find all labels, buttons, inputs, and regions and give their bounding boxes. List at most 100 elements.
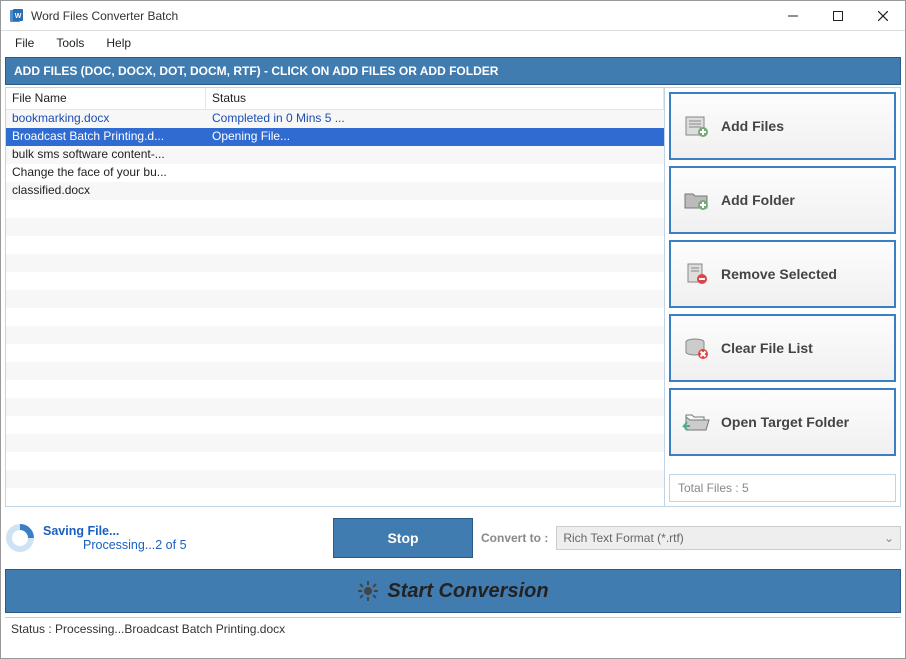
cell-status — [206, 254, 664, 272]
cell-status — [206, 272, 664, 290]
table-row — [6, 200, 664, 218]
cell-filename — [6, 272, 206, 290]
cell-status — [206, 380, 664, 398]
table-row — [6, 254, 664, 272]
window-controls — [770, 1, 905, 30]
table-row — [6, 326, 664, 344]
table-row[interactable]: bookmarking.docxCompleted in 0 Mins 5 ..… — [6, 110, 664, 128]
cell-status — [206, 182, 664, 200]
stop-label: Stop — [387, 530, 418, 546]
clear-file-list-button[interactable]: Clear File List — [669, 314, 896, 382]
cell-filename — [6, 380, 206, 398]
cell-filename: bulk sms software content-... — [6, 146, 206, 164]
cell-filename — [6, 416, 206, 434]
cell-status — [206, 164, 664, 182]
saving-label: Saving File... — [43, 524, 187, 538]
open-target-folder-button[interactable]: Open Target Folder — [669, 388, 896, 456]
cell-filename — [6, 308, 206, 326]
stop-button[interactable]: Stop — [333, 518, 473, 558]
cell-status: Completed in 0 Mins 5 ... — [206, 110, 664, 128]
convert-block: Convert to : Rich Text Format (*.rtf) — [481, 526, 901, 550]
cell-status: Opening File... — [206, 128, 664, 146]
cell-filename — [6, 434, 206, 452]
cell-status — [206, 218, 664, 236]
cell-filename — [6, 326, 206, 344]
cell-status — [206, 146, 664, 164]
menu-file[interactable]: File — [5, 33, 44, 53]
clear-list-label: Clear File List — [721, 340, 813, 356]
svg-text:W: W — [15, 13, 22, 20]
minimize-button[interactable] — [770, 1, 815, 30]
add-folder-button[interactable]: Add Folder — [669, 166, 896, 234]
remove-selected-button[interactable]: Remove Selected — [669, 240, 896, 308]
table-row — [6, 236, 664, 254]
table-row[interactable]: classified.docx — [6, 182, 664, 200]
add-files-icon — [681, 111, 711, 141]
table-row — [6, 308, 664, 326]
sidebar: Add Files Add Folder Remove Selected Cle… — [665, 88, 900, 506]
cell-status — [206, 200, 664, 218]
titlebar: W Word Files Converter Batch — [1, 1, 905, 31]
start-conversion-label: Start Conversion — [387, 580, 548, 603]
table-row[interactable]: bulk sms software content-... — [6, 146, 664, 164]
cell-filename — [6, 488, 206, 506]
add-files-button[interactable]: Add Files — [669, 92, 896, 160]
control-row: Saving File... Processing...2 of 5 Stop … — [5, 513, 901, 563]
table-row — [6, 380, 664, 398]
menu-help[interactable]: Help — [96, 33, 141, 53]
gear-icon — [357, 580, 379, 602]
cell-filename — [6, 218, 206, 236]
table-row[interactable]: Change the face of your bu... — [6, 164, 664, 182]
menubar: File Tools Help — [1, 31, 905, 55]
convert-format-select[interactable]: Rich Text Format (*.rtf) — [556, 526, 901, 550]
start-conversion-button[interactable]: Start Conversion — [5, 569, 901, 613]
total-files-label: Total Files : 5 — [669, 474, 896, 502]
convert-to-label: Convert to : — [481, 531, 548, 545]
cell-filename — [6, 452, 206, 470]
cell-filename: Broadcast Batch Printing.d... — [6, 128, 206, 146]
cell-status — [206, 488, 664, 506]
app-icon: W — [9, 8, 25, 24]
table-row — [6, 218, 664, 236]
menu-tools[interactable]: Tools — [46, 33, 94, 53]
column-header-status[interactable]: Status — [206, 88, 664, 110]
statusbar: Status : Processing...Broadcast Batch Pr… — [5, 617, 901, 640]
cell-status — [206, 434, 664, 452]
convert-format-value: Rich Text Format (*.rtf) — [563, 531, 683, 545]
table-row[interactable]: Broadcast Batch Printing.d...Opening Fil… — [6, 128, 664, 146]
cell-filename — [6, 200, 206, 218]
open-target-label: Open Target Folder — [721, 414, 849, 430]
cell-filename: bookmarking.docx — [6, 110, 206, 128]
cell-status — [206, 398, 664, 416]
column-header-filename[interactable]: File Name — [6, 88, 206, 110]
spinner-icon — [5, 523, 35, 553]
remove-selected-label: Remove Selected — [721, 266, 837, 282]
table-row — [6, 470, 664, 488]
progress-label: Processing...2 of 5 — [83, 538, 187, 552]
cell-filename — [6, 254, 206, 272]
cell-status — [206, 470, 664, 488]
maximize-button[interactable] — [815, 1, 860, 30]
cell-filename — [6, 398, 206, 416]
instruction-banner: ADD FILES (DOC, DOCX, DOT, DOCM, RTF) - … — [5, 57, 901, 85]
cell-status — [206, 236, 664, 254]
open-folder-icon — [681, 407, 711, 437]
table-row — [6, 362, 664, 380]
cell-status — [206, 308, 664, 326]
clear-list-icon — [681, 333, 711, 363]
add-folder-icon — [681, 185, 711, 215]
table-body[interactable]: bookmarking.docxCompleted in 0 Mins 5 ..… — [6, 110, 664, 506]
cell-filename: classified.docx — [6, 182, 206, 200]
cell-filename — [6, 236, 206, 254]
cell-status — [206, 452, 664, 470]
main-area: File Name Status bookmarking.docxComplet… — [5, 87, 901, 507]
close-button[interactable] — [860, 1, 905, 30]
cell-filename — [6, 290, 206, 308]
table-row — [6, 452, 664, 470]
table-row — [6, 344, 664, 362]
table-row — [6, 434, 664, 452]
table-header: File Name Status — [6, 88, 664, 110]
cell-status — [206, 416, 664, 434]
table-row — [6, 272, 664, 290]
cell-status — [206, 290, 664, 308]
